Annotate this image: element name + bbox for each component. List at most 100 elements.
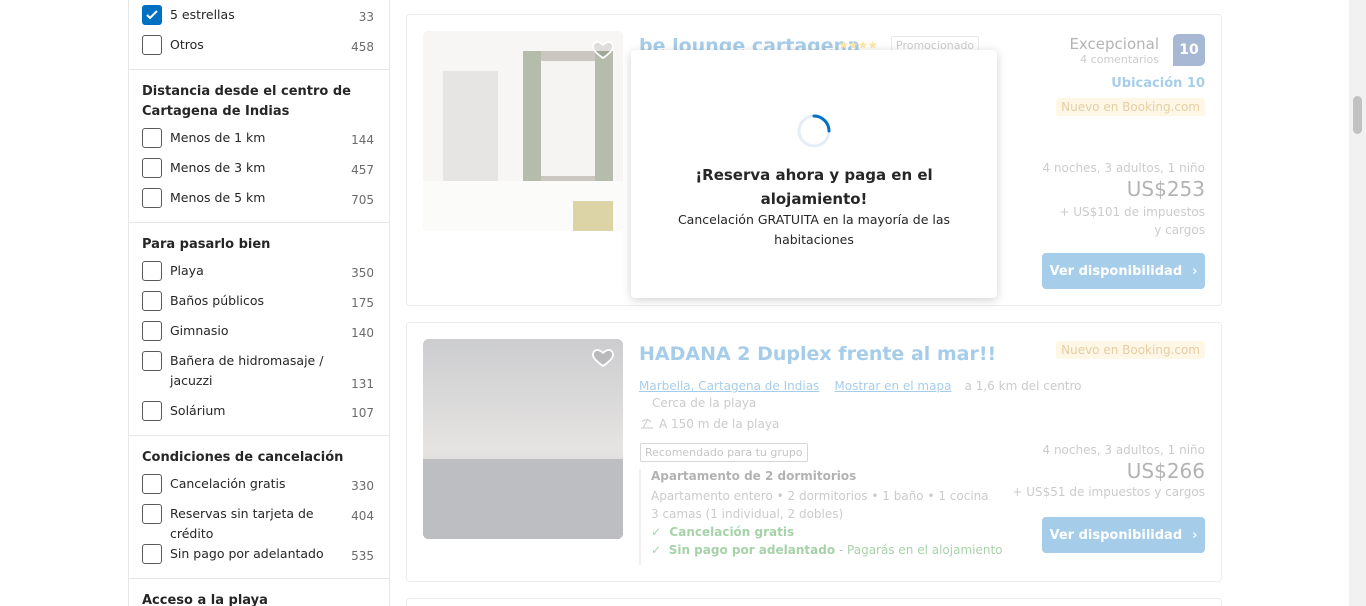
beach-distance-row: A 150 m de la playa (639, 416, 779, 432)
see-availability-button[interactable]: Ver disponibilidad › (1042, 253, 1205, 289)
checkbox[interactable] (142, 128, 162, 148)
checkbox[interactable] (142, 261, 162, 281)
checkbox[interactable] (142, 5, 162, 25)
modal-title: ¡Reserva ahora y paga en el alojamiento! (695, 166, 933, 208)
heart-icon[interactable] (591, 345, 615, 369)
filter-count: 350 (351, 266, 374, 280)
price-block: 4 noches, 3 adultos, 1 niño US$253 + US$… (1043, 161, 1206, 239)
filter-solarium[interactable]: Solárium 107 (142, 401, 374, 431)
modal-subtitle: Cancelación GRATUITA en la mayoría de la… (677, 212, 951, 247)
checkbox[interactable] (142, 351, 162, 371)
check-icon (146, 10, 158, 20)
beach-distance: A 150 m de la playa (659, 417, 780, 431)
score-badge: 10 (1173, 34, 1205, 66)
checkbox[interactable] (142, 35, 162, 55)
distance-text: a 1,6 km del centro (964, 379, 1082, 393)
room-photo (423, 31, 623, 231)
checkbox[interactable] (142, 188, 162, 208)
checkbox[interactable] (142, 504, 162, 524)
location-score: Ubicación 10 (1111, 76, 1205, 91)
free-cancel-row: ✓ Cancelación gratis (651, 525, 1003, 539)
filter-5-stars[interactable]: 5 estrellas 33 (142, 5, 374, 35)
price: US$266 (1126, 459, 1205, 483)
filter-count: 458 (351, 40, 374, 54)
filter-label: Baños públicos (170, 293, 265, 308)
taxes: + US$51 de impuestos y cargos (1012, 485, 1205, 499)
new-badge: Nuevo en Booking.com (1056, 98, 1205, 116)
bed-info: 3 camas (1 individual, 2 dobles) (651, 507, 844, 521)
filter-label: Menos de 5 km (170, 190, 266, 205)
filter-label: 5 estrellas (170, 7, 235, 22)
beach-photo (423, 339, 623, 539)
heart-icon[interactable] (591, 37, 615, 61)
filter-count: 457 (351, 163, 374, 177)
filter-count: 33 (358, 10, 374, 24)
filter-label: Sin pago por adelantado (170, 546, 324, 561)
filter-label: Playa (170, 263, 204, 278)
filter-label: Bañera de hidromasaje / jacuzzi (170, 353, 324, 388)
property-card: HADANA 2 Duplex frente al mar!! Nuevo en… (406, 322, 1222, 582)
see-availability-button[interactable]: Ver disponibilidad › (1042, 517, 1205, 553)
unit-name: Apartamento de 2 dormitorios (651, 469, 857, 483)
near-beach: Cerca de la playa (652, 396, 757, 410)
checkbox[interactable] (142, 401, 162, 421)
filter-public-baths[interactable]: Baños públicos 175 (142, 291, 374, 321)
scroll-thumb[interactable] (1353, 96, 1362, 134)
checkbox[interactable] (142, 321, 162, 341)
filter-group-fun: Para pasarlo bien Playa 350 Baños públic… (129, 223, 389, 436)
filter-distance-5km[interactable]: Menos de 5 km 705 (142, 188, 374, 218)
checkbox[interactable] (142, 291, 162, 311)
loading-spinner-icon (797, 114, 831, 148)
filter-count: 535 (351, 549, 374, 563)
review-summary[interactable]: Excepcional 4 comentarios (1069, 35, 1159, 66)
filter-count: 140 (351, 326, 374, 340)
filter-label: Cancelación gratis (170, 476, 286, 491)
filter-jacuzzi[interactable]: Bañera de hidromasaje / jacuzzi 131 (142, 351, 374, 401)
filter-group-beach-access: Acceso a la playa (129, 579, 389, 606)
filter-count: 144 (351, 133, 374, 147)
property-photo[interactable] (423, 339, 623, 539)
review-count: 4 comentarios (1080, 53, 1159, 66)
filters-sidebar: 5 estrellas 33 Otros 458 Distancia desde… (128, 0, 390, 606)
chevron-right-icon: › (1192, 527, 1198, 543)
filter-label: Menos de 1 km (170, 130, 266, 145)
new-badge: Nuevo en Booking.com (1056, 341, 1205, 359)
filter-distance-1km[interactable]: Menos de 1 km 144 (142, 128, 374, 158)
filter-group-cancellation: Condiciones de cancelación Cancelación g… (129, 436, 389, 579)
free-cancel-text: Cancelación gratis (669, 525, 795, 539)
page-scrollbar[interactable] (1349, 0, 1366, 606)
chevron-right-icon: › (1192, 263, 1198, 279)
filter-count: 175 (351, 296, 374, 310)
filter-count: 107 (351, 406, 374, 420)
location-line: Marbella, Cartagena de Indias Mostrar en… (639, 375, 1082, 394)
checkbox[interactable] (142, 158, 162, 178)
checkbox[interactable] (142, 474, 162, 494)
filter-free-cancel[interactable]: Cancelación gratis 330 (142, 474, 374, 504)
filter-label: Reservas sin tarjeta de crédito (170, 506, 314, 541)
filter-beach[interactable]: Playa 350 (142, 261, 374, 291)
checkbox[interactable] (142, 544, 162, 564)
check-icon: ✓ (651, 525, 662, 539)
show-on-map-link[interactable]: Mostrar en el mapa (834, 379, 951, 393)
taxes: + US$101 de impuestos y cargos (1059, 205, 1205, 237)
stay-info: 4 noches, 3 adultos, 1 niño (1042, 443, 1206, 457)
filter-no-prepayment[interactable]: Sin pago por adelantado 535 (142, 544, 374, 574)
filter-count: 330 (351, 479, 374, 493)
filter-group-title: Distancia desde el centro de Cartagena d… (142, 84, 351, 119)
area-link[interactable]: Marbella, Cartagena de Indias (639, 379, 819, 393)
filter-other-stars[interactable]: Otros 458 (142, 35, 374, 65)
property-photo[interactable] (423, 31, 623, 231)
unit-details: Apartamento de 2 dormitorios Apartamento… (639, 469, 1003, 565)
book-now-modal: ¡Reserva ahora y paga en el alojamiento!… (631, 50, 997, 298)
filter-label: Otros (170, 37, 204, 52)
filter-label: Gimnasio (170, 323, 229, 338)
filter-group-title: Condiciones de cancelación (142, 450, 344, 465)
filter-label: Menos de 3 km (170, 160, 266, 175)
property-title[interactable]: HADANA 2 Duplex frente al mar!! (639, 343, 996, 365)
filter-no-card[interactable]: Reservas sin tarjeta de crédito 404 (142, 504, 374, 544)
rating-word: Excepcional (1069, 35, 1159, 53)
stay-info: 4 noches, 3 adultos, 1 niño (1042, 161, 1206, 175)
filter-distance-3km[interactable]: Menos de 3 km 457 (142, 158, 374, 188)
filter-gym[interactable]: Gimnasio 140 (142, 321, 374, 351)
no-prepay-row: ✓ Sin pago por adelantado - Pagarás en e… (651, 543, 1003, 557)
